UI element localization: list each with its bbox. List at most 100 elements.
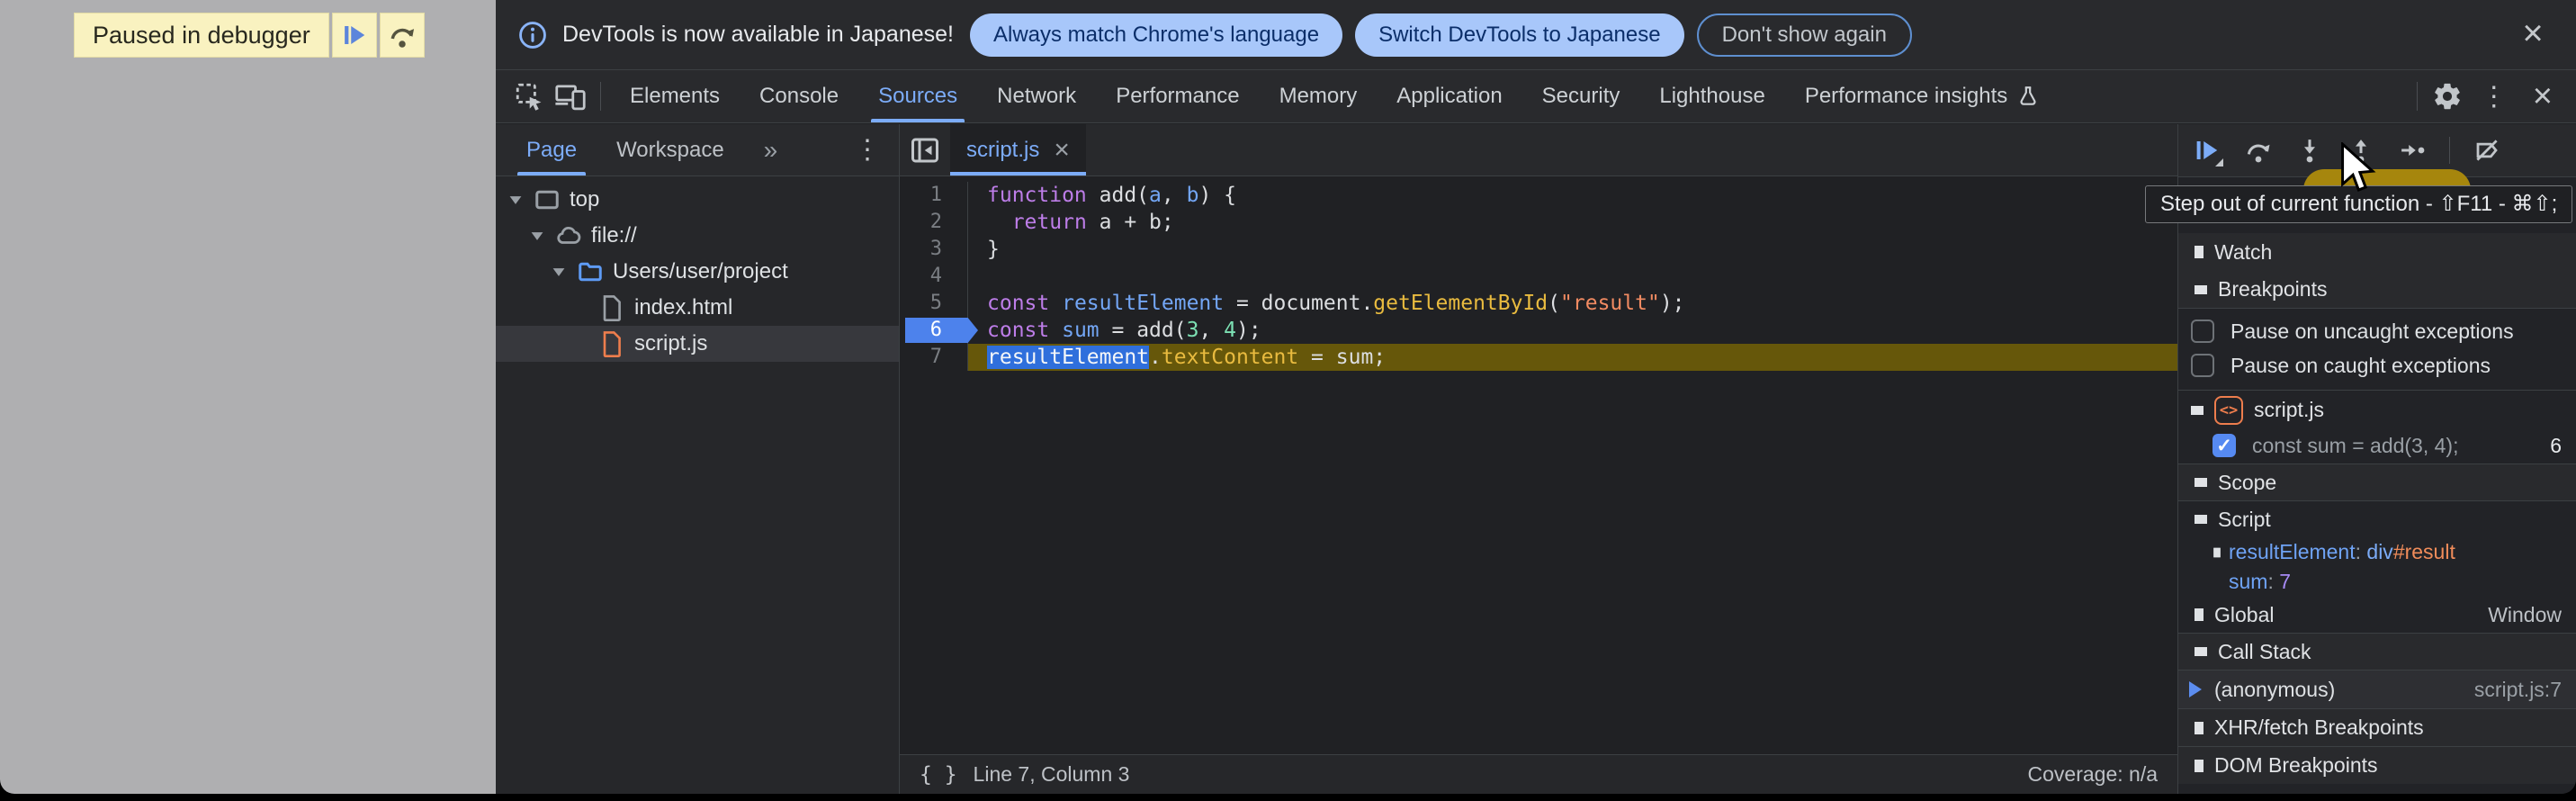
toggle-device-toolbar-icon[interactable] — [550, 76, 591, 117]
code-token: ); — [1660, 292, 1685, 315]
scope-section-header[interactable]: Scope — [2178, 464, 2576, 501]
expander-down-icon[interactable] — [510, 196, 522, 204]
code-line-6[interactable]: 6const sum = add(3, 4); — [900, 317, 2177, 344]
tab-application[interactable]: Application — [1377, 70, 1521, 122]
line-number: 4 — [930, 265, 942, 287]
variable-value: 7 — [2279, 570, 2291, 593]
coverage-label: Coverage: n/a — [2028, 762, 2158, 787]
scope-variable-resultelement[interactable]: resultElement: div#result — [2178, 537, 2576, 567]
tab-sources[interactable]: Sources — [858, 70, 977, 122]
code-line-3[interactable]: 3} — [900, 236, 2177, 263]
colon: : — [2356, 540, 2367, 563]
debugger-toolbar-divider — [2449, 137, 2450, 164]
resume-script-execution-button[interactable] — [2193, 136, 2221, 165]
switch-devtools-to-japanese-button[interactable]: Switch DevTools to Japanese — [1355, 14, 1684, 57]
hide-navigator-icon[interactable] — [900, 134, 950, 166]
watch-section-header[interactable]: Watch — [2178, 233, 2576, 271]
tab-security[interactable]: Security — [1522, 70, 1640, 122]
chevron-down-icon — [2195, 478, 2207, 487]
code-token: , — [1162, 184, 1187, 207]
code-token: resultElement — [1062, 292, 1224, 315]
tab-console[interactable]: Console — [740, 70, 858, 122]
navigator-tab-page[interactable]: Page — [526, 124, 577, 176]
breakpoint-file-label: script.js — [2254, 398, 2324, 422]
tab-network[interactable]: Network — [977, 70, 1096, 122]
breakpoint-code-label: const sum = add(3, 4); — [2252, 434, 2458, 458]
editor-tab-script-js[interactable]: script.js × — [950, 124, 1086, 176]
scope-global-group[interactable]: Global Window — [2178, 597, 2576, 633]
code-token: ) { — [1198, 184, 1236, 207]
breakpoint-file-group[interactable]: <> script.js — [2178, 390, 2576, 428]
code-editor[interactable]: 1function add(a, b) {2 return a + b;3}4 5… — [900, 176, 2177, 754]
code-line-7[interactable]: 7resultElement.textContent = sum; — [900, 344, 2177, 371]
deactivate-breakpoints-button[interactable] — [2473, 136, 2501, 165]
call-stack-section-header[interactable]: Call Stack — [2178, 633, 2576, 670]
devtools-close-icon[interactable]: × — [2520, 77, 2565, 116]
file-icon-orange — [597, 329, 627, 358]
breakpoint-checkbox[interactable]: ✓ — [2212, 434, 2236, 457]
call-stack-frame[interactable]: (anonymous)script.js:7 — [2178, 670, 2576, 708]
resume-script-button[interactable] — [332, 13, 377, 58]
tree-item-file-[interactable]: file:// — [496, 218, 899, 254]
pause-on-caught-row: Pause on caught exceptions — [2178, 348, 2576, 382]
don-t-show-again-button[interactable]: Don't show again — [1697, 14, 1912, 57]
pretty-print-icon[interactable]: { } — [920, 763, 957, 787]
chevron-down-icon — [2195, 515, 2207, 524]
tab-lighthouse[interactable]: Lighthouse — [1639, 70, 1784, 122]
scope-global-label: Global — [2214, 603, 2274, 627]
dom-breakpoints-section-header[interactable]: DOM Breakpoints — [2178, 746, 2576, 784]
step-button[interactable] — [2398, 136, 2427, 165]
pause-uncaught-checkbox[interactable] — [2191, 320, 2214, 343]
navigator-tab-workspace[interactable]: Workspace — [616, 124, 724, 176]
pause-caught-checkbox[interactable] — [2191, 354, 2214, 377]
chevron-right-icon[interactable] — [2213, 547, 2221, 557]
tree-item-users-user-project[interactable]: Users/user/project — [496, 254, 899, 290]
code-line-2[interactable]: 2 return a + b; — [900, 209, 2177, 236]
tab-memory[interactable]: Memory — [1260, 70, 1378, 122]
code-token: . — [1149, 346, 1162, 369]
line-number: 7 — [930, 346, 942, 368]
variable-value: #result — [2393, 540, 2455, 563]
infobar-close-icon[interactable]: × — [2513, 14, 2553, 54]
tree-item-index-html[interactable]: index.html — [496, 290, 899, 326]
scope-variable-sum[interactable]: sum: 7 — [2178, 567, 2576, 597]
tab-elements[interactable]: Elements — [610, 70, 740, 122]
inspect-element-icon[interactable] — [508, 76, 550, 117]
step-into-button[interactable] — [2295, 136, 2324, 165]
breakpoint-entry[interactable]: ✓ const sum = add(3, 4); 6 — [2178, 428, 2576, 464]
tab-performance[interactable]: Performance — [1096, 70, 1259, 122]
line-number-gutter[interactable]: 3 — [900, 236, 968, 263]
more-options-kebab-icon[interactable]: ⋮ — [2468, 81, 2520, 112]
scope-script-group[interactable]: Script — [2178, 501, 2576, 537]
more-tabs-chevrons[interactable]: » — [764, 136, 778, 165]
tree-item-script-js[interactable]: script.js — [496, 326, 899, 362]
code-token — [1049, 292, 1062, 315]
toolbar-divider — [600, 82, 601, 111]
line-number-gutter[interactable]: 4 — [900, 263, 968, 290]
always-match-chrome-s-language-button[interactable]: Always match Chrome's language — [970, 14, 1342, 57]
code-line-4[interactable]: 4 — [900, 263, 2177, 290]
line-number-gutter[interactable]: 5 — [900, 290, 968, 317]
settings-gear-icon[interactable] — [2427, 76, 2468, 117]
expander-down-icon[interactable] — [532, 232, 543, 240]
navigator-tab-strip: Page Workspace — [526, 124, 764, 176]
code-line-content: const resultElement = document.getElemen… — [968, 290, 2177, 317]
toolbar-divider — [2417, 82, 2418, 111]
line-number-gutter[interactable]: 2 — [900, 209, 968, 236]
line-number-gutter[interactable]: 1 — [900, 182, 968, 209]
tab-close-icon[interactable]: × — [1054, 135, 1070, 166]
resume-icon — [341, 22, 368, 49]
code-line-1[interactable]: 1function add(a, b) { — [900, 182, 2177, 209]
xhr-breakpoints-section-header[interactable]: XHR/fetch Breakpoints — [2178, 708, 2576, 746]
navigator-kebab-icon[interactable]: ⋮ — [841, 134, 893, 166]
long-press-indicator — [2215, 158, 2223, 166]
line-number-gutter[interactable]: 7 — [900, 344, 968, 371]
step-over-button[interactable] — [2244, 136, 2273, 165]
tab-performance-insights[interactable]: Performance insights — [1785, 70, 2060, 122]
tree-item-top[interactable]: top — [496, 182, 899, 218]
code-line-5[interactable]: 5const resultElement = document.getEleme… — [900, 290, 2177, 317]
step-over-banner-button[interactable] — [380, 13, 425, 58]
breakpoints-section-header[interactable]: Breakpoints — [2178, 271, 2576, 309]
expander-down-icon[interactable] — [553, 268, 565, 276]
breakpoint-marker-gutter[interactable]: 6 — [900, 317, 968, 344]
